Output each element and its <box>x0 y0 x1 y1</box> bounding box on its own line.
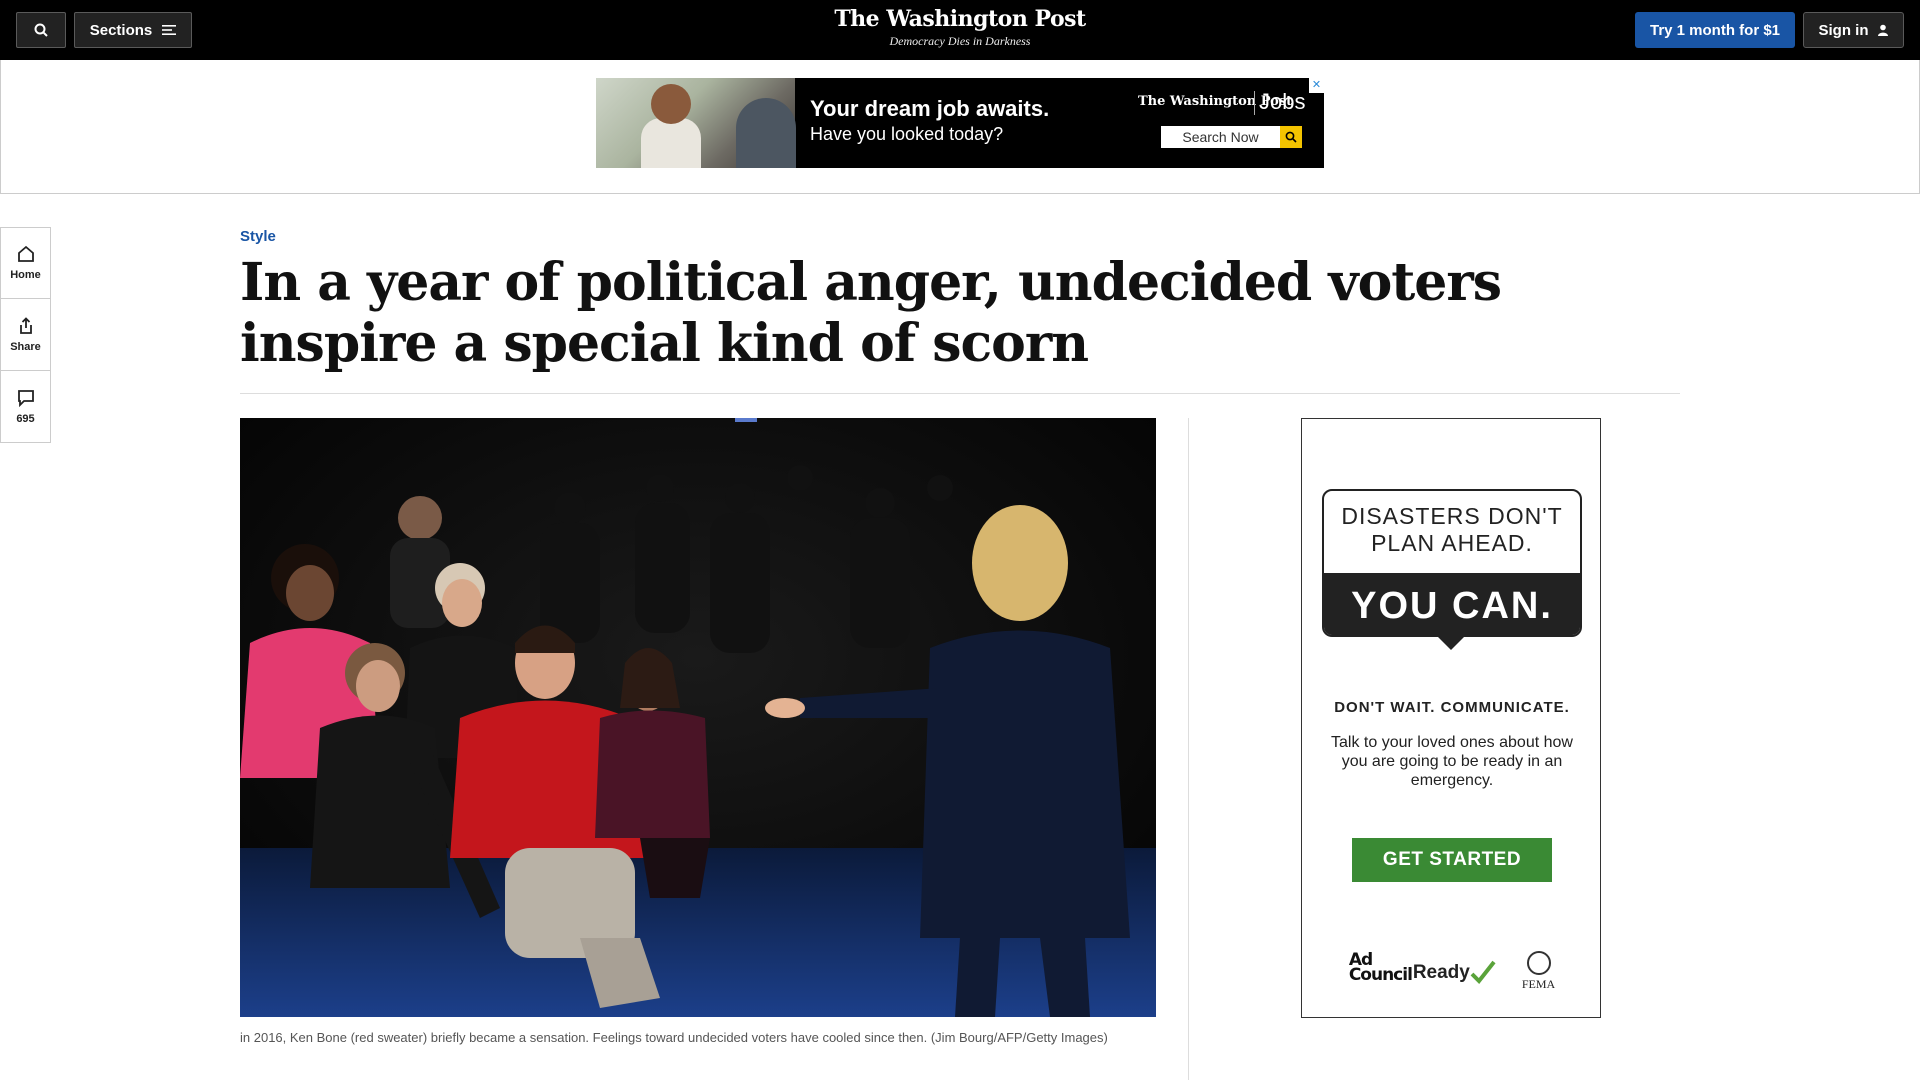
home-button[interactable]: Home <box>0 227 51 299</box>
sections-button[interactable]: Sections <box>74 12 192 48</box>
masthead[interactable]: The Washington Post Democracy Dies in Da… <box>760 6 1160 49</box>
article-headline: In a year of political anger, undecided … <box>240 252 1502 374</box>
hero-photo-illustration <box>240 418 1156 1017</box>
fema-label: FEMA <box>1521 977 1556 991</box>
ready-logo: Ready <box>1413 960 1496 984</box>
checkmark-icon <box>1470 960 1496 984</box>
home-label: Home <box>10 269 41 281</box>
subscribe-trial-button[interactable]: Try 1 month for $1 <box>1635 12 1795 48</box>
image-caption: in 2016, Ken Bone (red sweater) briefly … <box>240 1030 1108 1045</box>
side-ad-ready-campaign[interactable]: DISASTERS DON'T PLAN AHEAD. YOU CAN. DON… <box>1301 418 1601 1018</box>
headline-divider <box>240 393 1680 394</box>
jobs-banner-ad[interactable]: Your dream job awaits. Have you looked t… <box>596 78 1324 168</box>
share-button[interactable]: Share <box>0 299 51 371</box>
ad-line3: YOU CAN. <box>1324 573 1580 635</box>
site-tagline: Democracy Dies in Darkness <box>889 34 1031 48</box>
fema-logo: FEMA <box>1522 951 1555 992</box>
menu-icon <box>162 25 177 35</box>
comments-count: 695 <box>16 412 35 425</box>
sign-in-label: Sign in <box>1818 21 1869 39</box>
ad-line1: DISASTERS DON'T <box>1341 503 1563 529</box>
dhs-seal-icon <box>1526 951 1551 975</box>
section-kicker-link[interactable]: Style <box>240 228 276 245</box>
ad-search-button[interactable]: Search Now <box>1161 126 1280 148</box>
search-icon <box>34 23 48 37</box>
ad-body-text: Talk to your loved ones about how you ar… <box>1331 734 1573 789</box>
ad-subhead: DON'T WAIT. COMMUNICATE. <box>1334 699 1570 716</box>
user-icon <box>1877 24 1888 36</box>
sign-in-button[interactable]: Sign in <box>1803 12 1904 48</box>
search-button[interactable] <box>16 12 66 48</box>
ad-speech-bubble: DISASTERS DON'T PLAN AHEAD. YOU CAN. <box>1322 489 1582 637</box>
ad-get-started-button[interactable]: GET STARTED <box>1352 838 1552 882</box>
left-action-rail: Home Share 695 <box>0 227 51 443</box>
ad-photo <box>596 78 796 168</box>
top-nav-bar: Sections The Washington Post Democracy D… <box>0 0 1920 60</box>
article-hero-image[interactable] <box>240 418 1156 1017</box>
sections-label: Sections <box>89 21 153 39</box>
share-label: Share <box>10 340 41 353</box>
ad-subline: Have you looked today? <box>810 124 1004 144</box>
ad-product-label: Jobs <box>1259 89 1306 114</box>
ad-council-logo: Ad Council <box>1348 949 1413 985</box>
share-icon <box>19 316 32 334</box>
site-logo[interactable]: The Washington Post <box>760 6 1160 32</box>
comments-button[interactable]: 695 <box>0 371 51 443</box>
ad-bubble-tail <box>1435 634 1467 650</box>
ad-close-icon[interactable]: ✕ <box>1309 78 1324 93</box>
column-divider <box>1188 418 1189 1080</box>
home-icon <box>17 245 34 262</box>
comment-icon <box>17 389 34 407</box>
ad-line2: PLAN AHEAD. <box>1371 530 1533 556</box>
ad-search-icon[interactable] <box>1280 126 1302 148</box>
ad-sponsor-logos: Ad Council Ready FEMA <box>1302 949 1602 994</box>
ready-label: Ready <box>1412 961 1470 983</box>
ad-headline: Your dream job awaits. <box>810 96 1050 121</box>
ad-brand-divider <box>1254 91 1255 115</box>
ad-bubble-top: DISASTERS DON'T PLAN AHEAD. <box>1324 491 1580 573</box>
